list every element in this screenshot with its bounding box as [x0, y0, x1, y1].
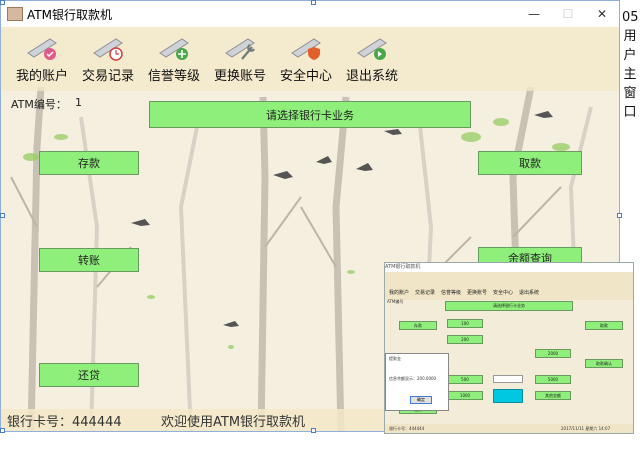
arrow-right-icon — [357, 38, 387, 60]
menu-item-my-account[interactable]: 我的账户 — [9, 33, 75, 84]
menu-item-label: 我的账户 — [15, 69, 68, 84]
inset-amount: 5000 — [535, 375, 571, 384]
inset-menu-item: 信誉等级 — [441, 290, 462, 296]
resize-handle[interactable] — [0, 213, 5, 218]
wrench-icon — [225, 38, 255, 60]
inset-title: ATM银行取款机 — [385, 263, 633, 272]
menu-item-exit-system[interactable]: 退出系统 — [339, 33, 405, 84]
transfer-button[interactable]: 转账 — [39, 248, 139, 272]
inset-dialog: 提款金 信息余额显示：200.0000 确定 — [385, 353, 449, 411]
inset-menu-item: 我的账户 — [389, 290, 410, 296]
menu-item-change-account[interactable]: 更换账号 — [207, 33, 273, 84]
resize-handle[interactable] — [0, 0, 5, 5]
inset-amount-field — [493, 375, 523, 383]
inset-dialog-title: 提款金 — [389, 356, 401, 361]
inset-confirm: 取款确认 — [585, 359, 623, 368]
resize-handle[interactable] — [617, 213, 622, 218]
atm-number-value: 1 — [75, 96, 82, 109]
resize-handle[interactable] — [311, 0, 316, 5]
resize-handle[interactable] — [0, 428, 5, 433]
menu-item-label: 交易记录 — [81, 69, 134, 84]
inset-deposit: 存款 — [399, 321, 437, 330]
deposit-button[interactable]: 存款 — [39, 151, 139, 175]
inset-status-card: 银行卡号：444444 — [389, 426, 425, 431]
maximize-button[interactable]: ☐ — [551, 1, 585, 27]
account-icon — [27, 38, 57, 60]
shield-icon — [291, 38, 321, 60]
welcome-text: 欢迎使用ATM银行取款机 — [161, 415, 306, 430]
clock-icon — [93, 38, 123, 61]
atm-number-label: ATM编号： — [11, 98, 67, 111]
minimize-button[interactable]: — — [517, 1, 551, 27]
resize-handle[interactable] — [311, 428, 316, 433]
inset-dialog-ok: 确定 — [410, 396, 432, 404]
inset-menu-item: 退出系统 — [519, 290, 540, 296]
inset-amount: 100 — [447, 319, 483, 328]
menu-item-label: 更换账号 — [213, 69, 266, 84]
menu-item-credit-level[interactable]: 信誉等级 — [141, 33, 207, 84]
card-number-text: 银行卡号：444444 — [7, 415, 122, 430]
inset-amount: 1000 — [447, 391, 483, 400]
plus-icon — [159, 38, 189, 60]
inset-status-time: 2017/11/11 星期六 14:07 — [561, 426, 611, 431]
inset-menu-item: 更换账号 — [467, 290, 488, 296]
withdraw-button[interactable]: 取款 — [478, 151, 582, 175]
inset-amount: 200 — [447, 335, 483, 344]
inset-amount: 2000 — [535, 349, 571, 358]
window-title: ATM银行取款机 — [27, 7, 112, 22]
menu-item-security-center[interactable]: 安全中心 — [273, 33, 339, 84]
inset-prompt: 请选择银行卡业务 — [445, 301, 573, 311]
repay-loan-button[interactable]: 还贷 — [39, 363, 139, 387]
inset-menu-item: 安全中心 — [493, 290, 514, 296]
inset-dialog-message: 信息余额显示：200.0000 — [389, 376, 437, 381]
side-caption: 05用户主窗口 — [622, 10, 639, 120]
inset-atm-label: ATM编号 — [387, 299, 404, 304]
inset-other-amount: 其他金额 — [535, 391, 571, 400]
inset-amount: 500 — [447, 375, 483, 384]
menu-item-transactions[interactable]: 交易记录 — [75, 33, 141, 84]
select-service-prompt: 请选择银行卡业务 — [149, 101, 471, 128]
inset-withdraw: 取款 — [585, 321, 623, 330]
menu-item-label: 信誉等级 — [147, 69, 200, 84]
title-bar: ATM银行取款机 — ☐ ✕ — [1, 1, 619, 27]
close-button[interactable]: ✕ — [585, 1, 619, 27]
window-controls: — ☐ ✕ — [517, 1, 619, 27]
inset-preview-window: ATM银行取款机 我的账户 交易记录 信誉等级 更换账号 安全中心 退出系统 A… — [384, 262, 634, 434]
inset-menu-item: 交易记录 — [415, 290, 436, 296]
app-icon — [7, 7, 23, 21]
menu-item-label: 退出系统 — [345, 69, 398, 84]
inset-cyan-button — [493, 389, 523, 403]
menu-item-label: 安全中心 — [279, 69, 332, 84]
